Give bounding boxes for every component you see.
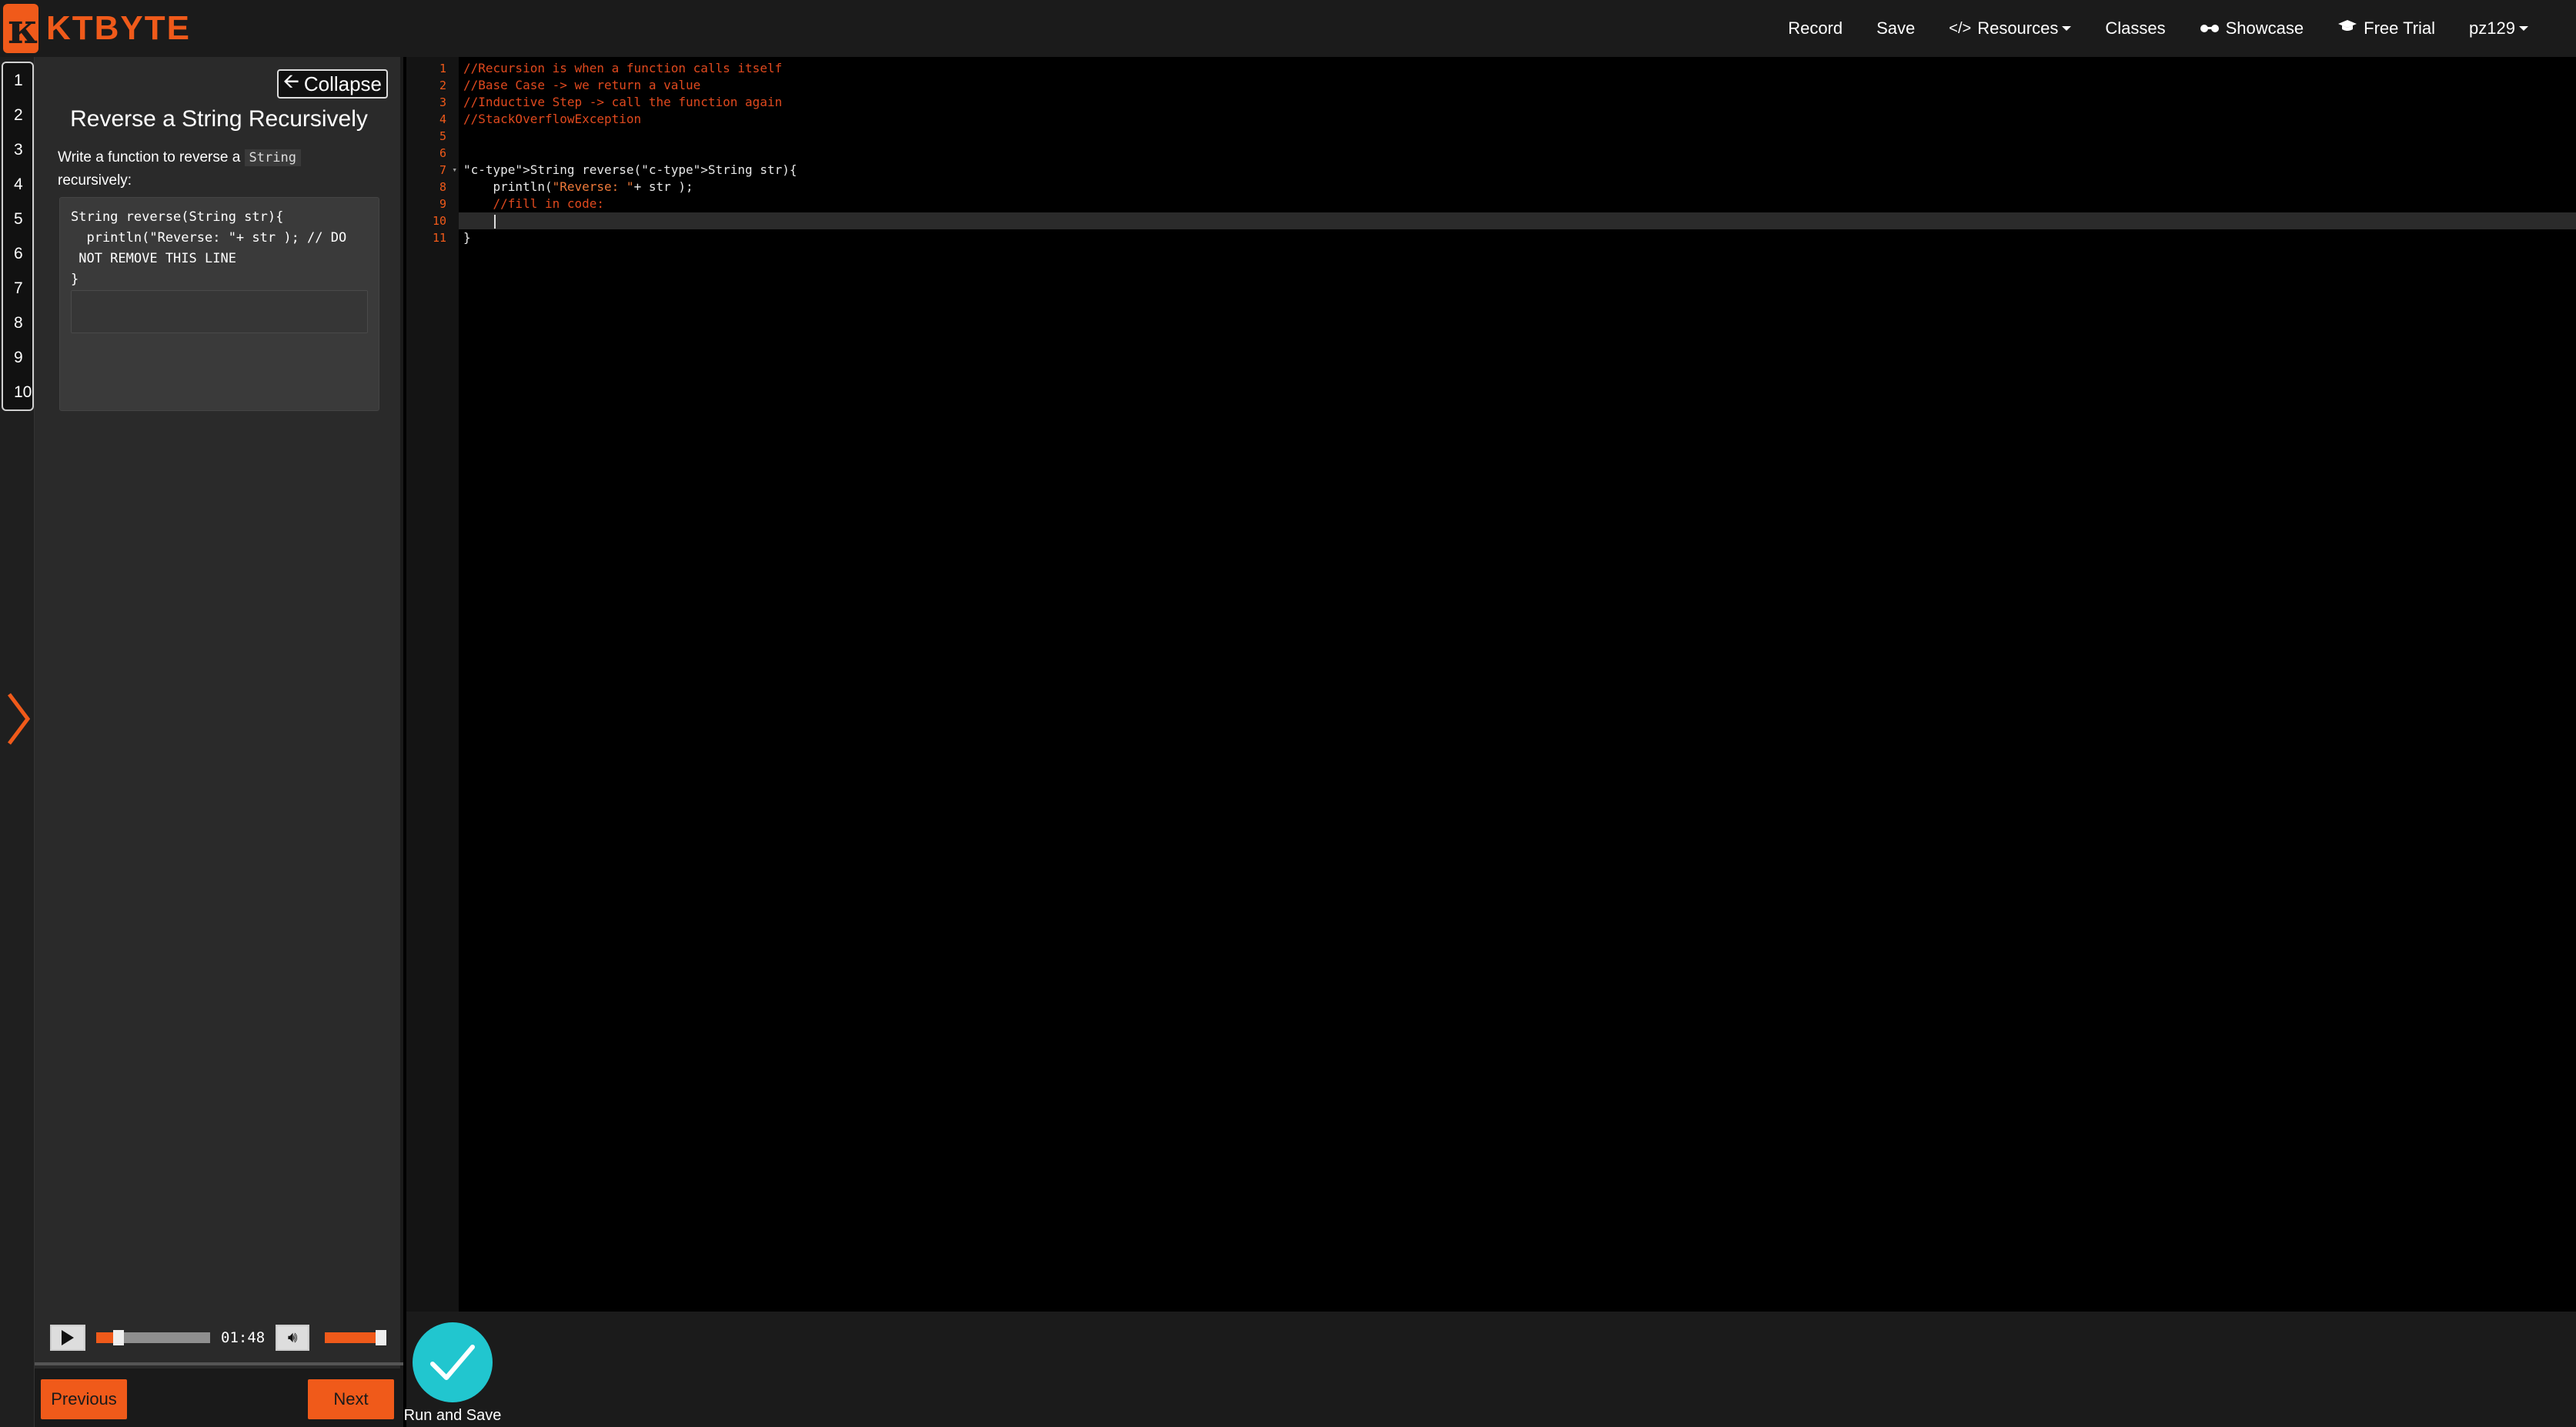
code-line[interactable]: //StackOverflowException xyxy=(463,111,2576,128)
exercise-title: Reverse a String Recursively xyxy=(70,106,368,132)
code-line[interactable]: //Recursion is when a function calls its… xyxy=(463,60,2576,77)
line-number: 5 xyxy=(439,129,446,143)
volume-slider[interactable] xyxy=(325,1330,387,1345)
exercise-description: Write a function to reverse a String rec… xyxy=(58,146,381,192)
code-line[interactable]: //fill in code: xyxy=(463,196,2576,212)
step-item[interactable]: 9 xyxy=(3,340,32,375)
code-line[interactable]: } xyxy=(463,229,2576,246)
code-text-area[interactable]: //Recursion is when a function calls its… xyxy=(459,60,2576,246)
code-line[interactable] xyxy=(463,128,2576,145)
line-number-gutter: 1 2 3 4 5 6 78 9 10 11 xyxy=(406,57,459,1312)
nav-resources-label: Resources xyxy=(1977,18,2059,38)
line-number: 10 xyxy=(432,214,446,228)
play-button[interactable] xyxy=(50,1325,85,1351)
caret-down-icon xyxy=(2519,26,2528,31)
run-and-save-button[interactable]: Run and Save xyxy=(404,1322,501,1425)
ktbyte-logo[interactable]: κ KTBYTE xyxy=(3,2,191,55)
code-sample-output xyxy=(71,290,368,333)
nav-classes[interactable]: Classes xyxy=(2088,0,2182,57)
volume-handle[interactable] xyxy=(375,1330,386,1345)
collapse-button[interactable]: 🡨 Collapse xyxy=(276,69,388,99)
text-cursor xyxy=(494,214,496,229)
speaker-icon: 🔊︎ xyxy=(287,1328,298,1346)
line-number: 6 xyxy=(439,146,446,160)
line-number: 4 xyxy=(439,112,446,126)
volume-button[interactable]: 🔊︎ xyxy=(276,1325,310,1351)
line-number: 1 xyxy=(439,62,446,75)
line-number: 7 xyxy=(406,162,459,179)
arrow-left-icon: 🡨 xyxy=(282,69,299,92)
expand-chevron-icon[interactable] xyxy=(3,688,34,750)
code-line[interactable] xyxy=(459,212,2576,229)
instruction-panel: 🡨 Collapse Reverse a String Recursively … xyxy=(35,57,403,1427)
code-line[interactable]: "c-type">String reverse("c-type">String … xyxy=(463,162,2576,179)
code-icon: </> xyxy=(1949,19,1972,37)
step-item[interactable]: 4 xyxy=(3,167,32,202)
code-line[interactable]: println("Reverse: "+ str ); xyxy=(463,179,2576,196)
step-item[interactable]: 7 xyxy=(3,271,32,306)
line-number: 8 xyxy=(439,180,446,194)
audio-player: 01:48 🔊︎ xyxy=(35,1313,403,1365)
nav-showcase[interactable]: Showcase xyxy=(2183,0,2321,57)
caret-down-icon xyxy=(2062,26,2072,31)
nav-record[interactable]: Record xyxy=(1771,0,1859,57)
next-button[interactable]: Next xyxy=(308,1379,394,1419)
run-and-save-label: Run and Save xyxy=(403,1407,502,1424)
graduation-cap-icon xyxy=(2337,19,2357,38)
code-line[interactable] xyxy=(463,145,2576,162)
previous-button[interactable]: Previous xyxy=(41,1379,127,1419)
code-editor[interactable]: 1 2 3 4 5 6 78 9 10 11 //Recursion is when a func… xyxy=(406,57,2576,1312)
logo-icon: κ xyxy=(3,4,38,53)
audio-progress-bar[interactable] xyxy=(96,1330,210,1345)
nav-showcase-label: Showcase xyxy=(2225,18,2304,38)
checkmark-icon xyxy=(413,1322,493,1402)
line-number: 11 xyxy=(432,231,446,245)
editor-bottom-bar: Run and Save xyxy=(404,1312,2576,1427)
desc-text: Write a function to reverse a xyxy=(58,149,245,165)
volume-fill xyxy=(325,1332,376,1343)
step-list: 1 2 3 4 5 6 7 8 9 10 xyxy=(2,62,34,411)
code-sample-text: String reverse(String str){ println("Rev… xyxy=(71,209,347,287)
audio-time: 01:48 xyxy=(221,1329,266,1346)
user-name: pz129 xyxy=(2469,18,2515,38)
inline-code: String xyxy=(244,149,301,166)
nav-free-trial[interactable]: Free Trial xyxy=(2320,0,2452,57)
nav-resources[interactable]: </> Resources xyxy=(1932,0,2088,57)
top-navbar: κ KTBYTE Record Save </> Resources Class… xyxy=(0,0,2576,57)
code-sample: String reverse(String str){ println("Rev… xyxy=(59,197,379,411)
line-number: 2 xyxy=(439,79,446,92)
line-number: 3 xyxy=(439,95,446,109)
glasses-icon xyxy=(2200,20,2220,38)
step-item[interactable]: 8 xyxy=(3,306,32,340)
code-line[interactable]: //Base Case -> we return a value xyxy=(463,77,2576,94)
desc-text-end: recursively: xyxy=(58,172,132,189)
nav-menu: Record Save </> Resources Classes Showca… xyxy=(1771,0,2545,57)
nav-user-menu[interactable]: pz129 xyxy=(2452,0,2545,57)
logo-text: KTBYTE xyxy=(46,9,191,47)
step-item[interactable]: 1 xyxy=(3,63,32,98)
step-item[interactable]: 5 xyxy=(3,202,32,236)
nav-save[interactable]: Save xyxy=(1859,0,1932,57)
line-number: 9 xyxy=(439,197,446,211)
step-rail: 1 2 3 4 5 6 7 8 9 10 xyxy=(0,57,35,1427)
step-item[interactable]: 10 xyxy=(3,375,32,409)
nav-free-trial-label: Free Trial xyxy=(2364,18,2436,38)
step-item[interactable]: 3 xyxy=(3,132,32,167)
play-icon xyxy=(62,1330,74,1345)
step-navigation: Previous Next xyxy=(35,1369,403,1427)
code-line[interactable]: //Inductive Step -> call the function ag… xyxy=(463,94,2576,111)
collapse-label: Collapse xyxy=(303,72,382,95)
step-item[interactable]: 2 xyxy=(3,98,32,132)
progress-handle[interactable] xyxy=(113,1330,125,1345)
progress-fill xyxy=(96,1332,114,1343)
step-item[interactable]: 6 xyxy=(3,236,32,271)
